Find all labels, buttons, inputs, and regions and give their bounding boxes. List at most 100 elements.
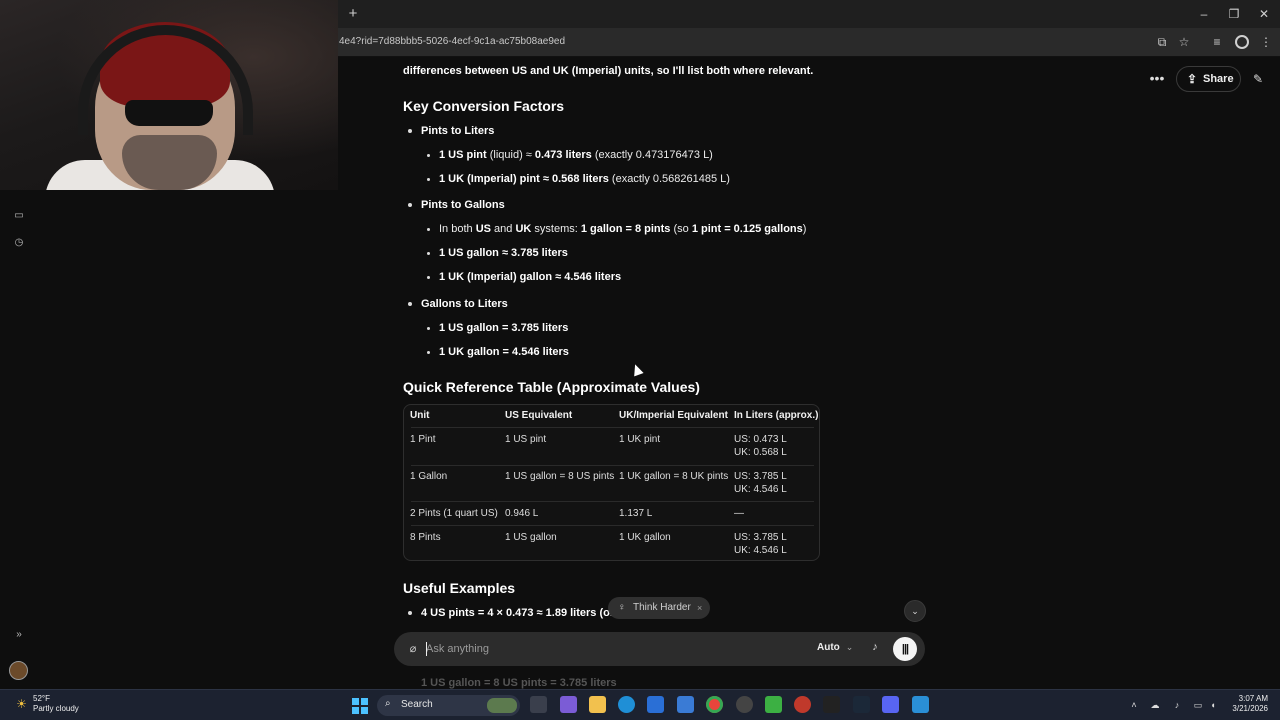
s2-line-c: 1 UK (Imperial) gallon ≈ 4.546 liters (439, 269, 621, 285)
profile-avatar-icon[interactable] (1235, 35, 1249, 49)
system-clock[interactable]: 3:07 AM 3/21/2026 (1224, 694, 1268, 714)
install-app-icon[interactable]: ⧉ (1154, 34, 1170, 50)
table-header-uk: UK/Imperial Equivalent (619, 410, 728, 421)
s1-title: Pints to Liters (421, 125, 495, 137)
reference-table: Unit US Equivalent UK/Imperial Equivalen… (403, 404, 820, 561)
weather-icon[interactable]: ☀ (14, 697, 29, 712)
table-cell: UK: 4.546 L (734, 545, 787, 556)
table-divider (411, 427, 814, 428)
lightbulb-icon: ♀ (618, 602, 626, 613)
voice-mode-button[interactable]: ||| (893, 637, 917, 661)
windows-taskbar: ☀ 52°F Partly cloudy ⌕ Search ˄ ☁ ♪ ▭ ◖ (0, 689, 1280, 720)
app-icon[interactable] (677, 696, 694, 713)
mic-tray-icon[interactable]: ♪ (1171, 699, 1183, 711)
chip-close-icon[interactable]: × (697, 597, 702, 619)
s2-line-b: 1 US gallon ≈ 3.785 liters (439, 245, 568, 261)
intro-bold-us: US (511, 65, 528, 77)
share-button[interactable]: ⇪ Share (1176, 66, 1241, 92)
table-cell: US: 3.785 L (734, 532, 787, 543)
table-cell: 1 US gallon (505, 532, 557, 543)
task-view-icon[interactable] (530, 696, 547, 713)
media-controls-icon[interactable]: ≡ (1209, 34, 1225, 50)
share-icon: ⇪ (1187, 72, 1198, 86)
scroll-down-button[interactable]: ⌄ (904, 600, 926, 622)
sub-bullet (427, 327, 430, 330)
steam-icon[interactable] (853, 696, 870, 713)
discord-icon[interactable] (882, 696, 899, 713)
screen: + – ❐ ✕ 4e4?rid=7d88bbb5-5026-4ecf-9c1a-… (0, 0, 1280, 720)
table-cell: — (734, 508, 744, 519)
expand-sidebar-icon[interactable]: » (12, 628, 26, 642)
table-divider (411, 465, 814, 466)
onedrive-icon[interactable]: ☁ (1149, 699, 1161, 711)
table-divider (411, 501, 814, 502)
table-divider (411, 525, 814, 526)
table-cell: 1 US pint (505, 434, 547, 445)
windows-start-icon[interactable] (352, 698, 368, 714)
maximize-button[interactable]: ❐ (1225, 5, 1243, 23)
think-harder-chip[interactable]: ♀ Think Harder × (608, 597, 710, 619)
ask-input[interactable] (426, 640, 786, 658)
bookmark-star-icon[interactable]: ☆ (1176, 34, 1192, 50)
close-window-button[interactable]: ✕ (1255, 5, 1273, 23)
s2b-text: 1 US gallon ≈ 3.785 liters (439, 247, 568, 259)
table-cell: 1 UK pint (619, 434, 661, 445)
minecraft-icon[interactable] (765, 696, 782, 713)
intro-paragraph: differences between US and UK (Imperial)… (403, 63, 813, 79)
s3-line-a: 1 US gallon = 3.785 liters (439, 320, 568, 336)
share-label: Share (1203, 73, 1234, 85)
app-icon[interactable] (794, 696, 811, 713)
minimize-button[interactable]: – (1195, 5, 1213, 23)
notepad-icon[interactable] (912, 696, 929, 713)
attach-icon[interactable]: ⌀ (407, 642, 419, 656)
store-icon[interactable] (647, 696, 664, 713)
chevron-down-icon: ⌄ (845, 642, 854, 652)
copilot-icon[interactable] (560, 696, 577, 713)
s3-title: Gallons to Liters (421, 298, 508, 310)
file-explorer-icon[interactable] (589, 696, 606, 713)
heading-quick-reference: Quick Reference Table (Approximate Value… (403, 379, 700, 395)
weather-widget[interactable]: 52°F Partly cloudy (33, 694, 79, 714)
s1b-t1: (exactly 0.568261485 L) (608, 173, 730, 185)
history-icon[interactable]: ◷ (12, 236, 26, 250)
table-cell: 1 Gallon (410, 471, 448, 482)
capcut-icon[interactable] (823, 696, 840, 713)
taskbar-search[interactable]: ⌕ Search (377, 695, 520, 716)
search-label: Search (401, 699, 433, 710)
chrome-icon[interactable] (706, 696, 723, 713)
model-selector[interactable]: Auto ⌄ (817, 642, 853, 653)
s2a-b4: 1 pint = 0.125 gallons (691, 223, 803, 235)
url-text[interactable]: 4e4?rid=7d88bbb5-5026-4ecf-9c1a-ac75b08a… (339, 36, 565, 47)
library-icon[interactable]: ▭ (12, 209, 26, 223)
scrolled-text-peek: 1 US gallon = 8 US pints = 3.785 liters (421, 677, 617, 689)
heading-key-factors: Key Conversion Factors (403, 98, 565, 114)
tray-chevron-icon[interactable]: ˄ (1128, 699, 1140, 711)
table-cell: 2 Pints (1 quart US) (410, 508, 498, 519)
volume-icon[interactable]: ◖ (1207, 699, 1219, 711)
s1a-b2: 0.473 liters (534, 149, 592, 161)
table-cell: US: 3.785 L (734, 471, 787, 482)
new-tab-button[interactable]: + (345, 5, 361, 23)
model-label: Auto (817, 642, 840, 653)
table-cell: UK: 0.568 L (734, 447, 787, 458)
s3-line-b: 1 UK gallon = 4.546 liters (439, 344, 569, 360)
display-icon[interactable]: ▭ (1192, 699, 1204, 711)
intro-text-1: differences between (403, 65, 512, 77)
heading-useful-examples: Useful Examples (403, 580, 516, 596)
app-icon[interactable] (736, 696, 753, 713)
section-gallons-liters-title: Gallons to Liters (421, 296, 508, 312)
table-cell: 1.137 L (619, 508, 653, 519)
mouse-cursor (630, 362, 644, 377)
new-chat-icon[interactable]: ✎ (1250, 71, 1266, 87)
browser-menu-icon[interactable]: ⋮ (1258, 34, 1274, 50)
s1b-b1: 1 UK (Imperial) pint ≈ 0.568 liters (439, 173, 609, 185)
edge-icon[interactable] (618, 696, 635, 713)
user-avatar[interactable] (9, 661, 28, 680)
more-options-button[interactable]: ••• (1148, 71, 1166, 87)
section-pints-liters-title: Pints to Liters (421, 123, 494, 139)
table-cell: UK: 4.546 L (734, 484, 787, 495)
microphone-icon[interactable]: ♪ (869, 641, 881, 657)
table-cell: 1 UK gallon (619, 532, 671, 543)
table-header-us: US Equivalent (505, 410, 573, 421)
sub-bullet (427, 178, 430, 181)
